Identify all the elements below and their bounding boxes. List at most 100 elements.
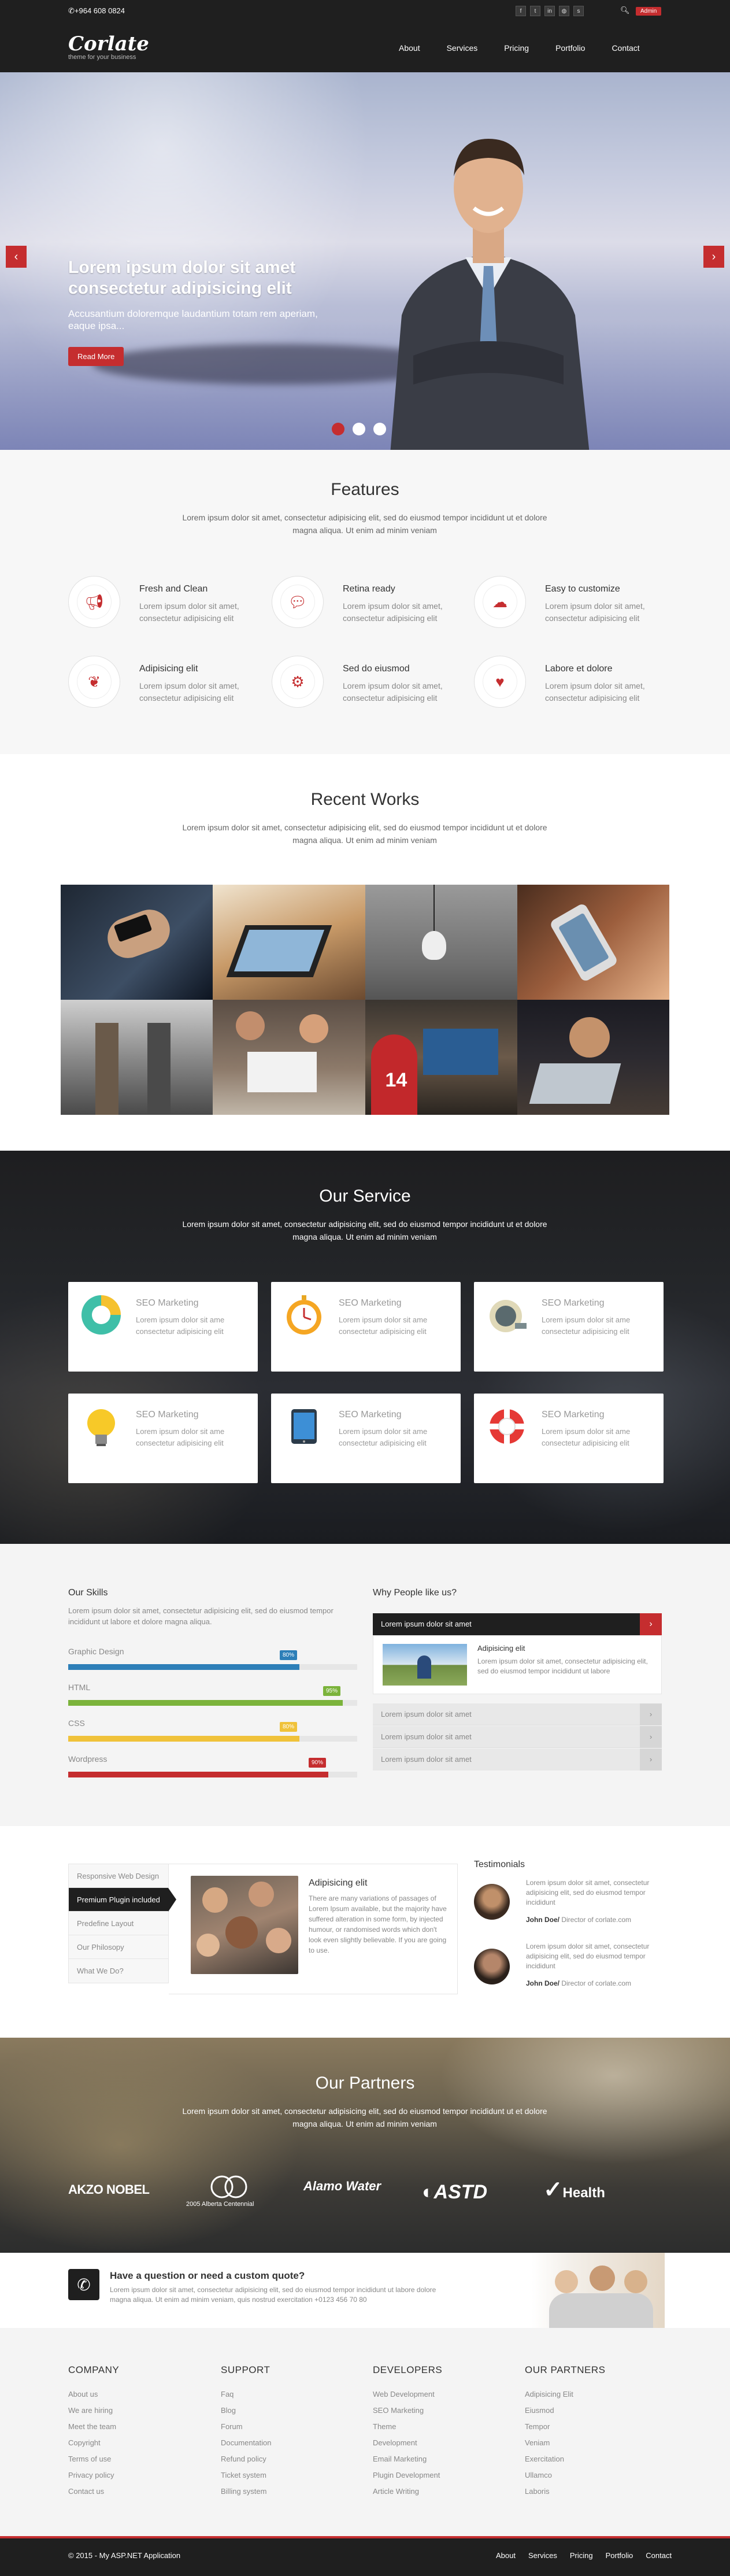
footer-link[interactable]: Development xyxy=(373,2435,442,2451)
tab-responsive-web-design[interactable]: Responsive Web Design xyxy=(69,1864,168,1888)
footer-link[interactable]: Exercitation xyxy=(525,2451,606,2467)
hero-slider: Lorem ipsum dolor sit amet consectetur a… xyxy=(0,72,730,450)
accordion-header[interactable]: Lorem ipsum dolor sit amet › xyxy=(373,1726,662,1748)
footer-link[interactable]: Ticket system xyxy=(221,2467,271,2483)
partner-logo-astd[interactable]: ◐ASTD xyxy=(422,2181,487,2204)
footer-link[interactable]: Plugin Development xyxy=(373,2467,442,2483)
recent-works-section: Recent Works Lorem ipsum dolor sit amet,… xyxy=(0,754,730,1151)
feature-item: ⚙ Sed do eiusmod Lorem ipsum dolor sit a… xyxy=(272,656,462,719)
service-text: Lorem ipsum dolor sit ame consectetur ad… xyxy=(136,1427,225,1447)
lifebuoy-icon xyxy=(484,1404,529,1449)
testimonial-item: Lorem ipsum dolor sit amet, consectetur … xyxy=(474,1878,670,1942)
footer-link[interactable]: Theme xyxy=(373,2419,442,2435)
phone-number: ✆+964 608 0824 xyxy=(68,6,125,16)
portfolio-item[interactable] xyxy=(213,1000,365,1115)
features-desc: Lorem ipsum dolor sit amet, consectetur … xyxy=(182,513,547,535)
footer-link[interactable]: Ullamco xyxy=(525,2467,606,2483)
slider-prev-button[interactable]: ‹ xyxy=(6,246,27,268)
logo[interactable]: Corlate xyxy=(68,32,149,56)
portfolio-item[interactable] xyxy=(365,885,517,1000)
footer-link[interactable]: Documentation xyxy=(221,2435,271,2451)
footer-link[interactable]: Billing system xyxy=(221,2483,271,2500)
footer-link[interactable]: Web Development xyxy=(373,2386,442,2403)
footer-nav-about[interactable]: About xyxy=(496,2551,516,2560)
partner-logo-health[interactable]: ✓Health xyxy=(543,2176,605,2203)
services-title: Our Service xyxy=(319,1187,411,1206)
partner-logo-text: AKZO NOBEL xyxy=(68,2182,150,2197)
footer-column-title: DEVELOPERS xyxy=(373,2364,443,2375)
portfolio-item[interactable] xyxy=(213,885,365,1000)
footer-link[interactable]: Meet the team xyxy=(68,2419,119,2435)
footer-link[interactable]: Blog xyxy=(221,2403,271,2419)
stopwatch-icon xyxy=(281,1292,327,1337)
footer-link[interactable]: We are hiring xyxy=(68,2403,119,2419)
portfolio-item[interactable] xyxy=(61,1000,213,1115)
accordion-header-open[interactable]: Lorem ipsum dolor sit amet › xyxy=(373,1613,662,1635)
slider-dot-1[interactable] xyxy=(332,423,344,435)
works-title: Recent Works xyxy=(310,790,420,809)
partner-logo-akzo-nobel[interactable]: AKZO NOBEL xyxy=(68,2182,150,2197)
partner-logo-alberta[interactable]: 2005 Alberta Centennial xyxy=(186,2174,254,2208)
nav-about[interactable]: About xyxy=(399,43,420,53)
footer-nav-contact[interactable]: Contact xyxy=(646,2551,672,2560)
nav-contact[interactable]: Contact xyxy=(612,43,639,53)
footer-nav-pricing[interactable]: Pricing xyxy=(570,2551,593,2560)
tab-what-we-do[interactable]: What We Do? xyxy=(69,1959,168,1983)
partner-logo-alamo-water[interactable]: Alamo Water xyxy=(303,2180,390,2193)
search-icon[interactable]: 🔍︎ xyxy=(620,6,630,15)
footer-link[interactable]: Contact us xyxy=(68,2483,119,2500)
twitter-icon[interactable]: t xyxy=(530,6,540,16)
footer-link[interactable]: Copyright xyxy=(68,2435,119,2451)
accordion-header[interactable]: Lorem ipsum dolor sit amet › xyxy=(373,1703,662,1725)
accordion-image xyxy=(383,1644,467,1686)
skill-bar-fill xyxy=(68,1700,343,1706)
tab-list: Responsive Web Design Premium Plugin inc… xyxy=(68,1864,176,1983)
portfolio-item[interactable] xyxy=(517,885,669,1000)
footer-column-company: COMPANY About us We are hiring Meet the … xyxy=(68,2364,119,2500)
portfolio-item[interactable]: 14 xyxy=(365,1000,517,1115)
footer-nav-services[interactable]: Services xyxy=(528,2551,557,2560)
skype-icon[interactable]: s xyxy=(573,6,584,16)
nav-pricing[interactable]: Pricing xyxy=(504,43,529,53)
footer-link[interactable]: About us xyxy=(68,2386,119,2403)
nav-portfolio[interactable]: Portfolio xyxy=(555,43,585,53)
feature-item: ❦ Adipisicing elit Lorem ipsum dolor sit… xyxy=(68,656,259,719)
slider-dot-3[interactable] xyxy=(373,423,386,435)
dribbble-icon[interactable]: ◍ xyxy=(559,6,569,16)
skill-label: CSS xyxy=(68,1718,85,1728)
admin-button[interactable]: Admin xyxy=(636,7,662,16)
footer-link[interactable]: Eiusmod xyxy=(525,2403,606,2419)
slider-next-button[interactable]: › xyxy=(703,246,724,268)
footer-link[interactable]: Terms of use xyxy=(68,2451,119,2467)
slider-dot-2[interactable] xyxy=(353,423,365,435)
footer-link[interactable]: Refund policy xyxy=(221,2451,271,2467)
read-more-button[interactable]: Read More xyxy=(68,347,124,366)
feature-text: Lorem ipsum dolor sit amet, consectetur … xyxy=(343,601,443,623)
portfolio-item[interactable] xyxy=(517,1000,669,1115)
footer-link[interactable]: Forum xyxy=(221,2419,271,2435)
service-card: SEO Marketing Lorem ipsum dolor sit ame … xyxy=(271,1394,461,1483)
footer-link[interactable]: Email Marketing xyxy=(373,2451,442,2467)
quote-team-image xyxy=(532,2253,665,2328)
tab-our-philosopy[interactable]: Our Philosopy xyxy=(69,1935,168,1959)
footer-link[interactable]: Veniam xyxy=(525,2435,606,2451)
feature-text: Lorem ipsum dolor sit amet, consectetur … xyxy=(139,681,239,703)
feature-title: Labore et dolore xyxy=(545,664,613,674)
footer-link[interactable]: SEO Marketing xyxy=(373,2403,442,2419)
tab-premium-plugin[interactable]: Premium Plugin included xyxy=(69,1888,176,1912)
accordion-header[interactable]: Lorem ipsum dolor sit amet › xyxy=(373,1749,662,1771)
footer-link[interactable]: Faq xyxy=(221,2386,271,2403)
footer-link[interactable]: Tempor xyxy=(525,2419,606,2435)
linkedin-icon[interactable]: in xyxy=(544,6,555,16)
tab-predefine-layout[interactable]: Predefine Layout xyxy=(69,1912,168,1935)
nav-services[interactable]: Services xyxy=(447,43,478,53)
tab-panel: Adipisicing elit There are many variatio… xyxy=(169,1864,458,1994)
footer-link[interactable]: Article Writing xyxy=(373,2483,442,2500)
portfolio-item[interactable] xyxy=(61,885,213,1000)
footer-link[interactable]: Privacy policy xyxy=(68,2467,119,2483)
footer-link[interactable]: Laboris xyxy=(525,2483,606,2500)
footer-nav-portfolio[interactable]: Portfolio xyxy=(606,2551,633,2560)
facebook-icon[interactable]: f xyxy=(516,6,526,16)
testimonial-item: Lorem ipsum dolor sit amet, consectetur … xyxy=(474,1942,670,2005)
footer-link[interactable]: Adipisicing Elit xyxy=(525,2386,606,2403)
